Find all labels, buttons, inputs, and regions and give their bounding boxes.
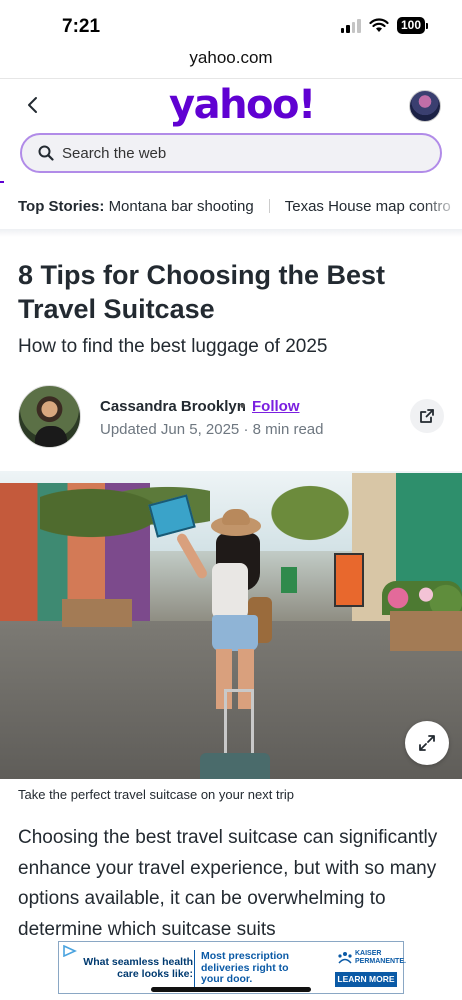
share-button[interactable]: [410, 399, 444, 433]
status-time: 7:21: [62, 16, 101, 37]
accent-mark: [0, 181, 4, 183]
top-story-link[interactable]: Montana bar shooting: [109, 198, 254, 215]
article-title: 8 Tips for Choosing the Best Travel Suit…: [18, 260, 386, 324]
wifi-icon: [369, 18, 389, 32]
article-meta: Updated Jun 5, 2025 · 8 min read: [100, 421, 324, 438]
divider: [268, 199, 270, 213]
article-body: Choosing the best travel suitcase can si…: [18, 827, 438, 940]
search-input[interactable]: [62, 144, 402, 162]
avatar[interactable]: [409, 90, 441, 122]
section-divider: [0, 229, 462, 237]
expand-image-button[interactable]: [405, 721, 449, 765]
bullet-separator: •: [240, 398, 246, 415]
search-bar[interactable]: [20, 133, 442, 173]
ad-brand: KAISER PERMANENTE.: [355, 950, 406, 965]
article-subtitle: How to find the best luggage of 2025: [18, 336, 328, 357]
site-header: yahoo!: [0, 80, 462, 132]
url-divider: [0, 78, 462, 79]
status-icons: 100: [340, 17, 428, 34]
url-bar[interactable]: yahoo.com: [0, 48, 462, 78]
top-stories-bar: Top Stories: Montana bar shooting Texas …: [0, 186, 462, 228]
signal-icon: [340, 18, 361, 33]
search-icon: [38, 145, 54, 161]
expand-icon: [419, 735, 435, 751]
status-bar: 7:21 100: [0, 0, 462, 48]
battery-level: 100: [396, 17, 425, 34]
author-row: Cassandra Brooklyn • Follow Updated Jun …: [18, 385, 444, 449]
ad-headline: What seamless health care looks like:: [83, 956, 193, 980]
chevron-left-icon[interactable]: [22, 94, 44, 116]
image-caption: Take the perfect travel suitcase on your…: [18, 787, 295, 802]
fade-overlay: [422, 186, 462, 228]
ad-cta-button[interactable]: LEARN MORE: [335, 972, 397, 987]
top-stories-label: Top Stories:: [18, 198, 105, 215]
battery-icon: 100: [396, 17, 428, 34]
author-avatar[interactable]: [18, 385, 81, 448]
author-name[interactable]: Cassandra Brooklyn: [100, 398, 246, 415]
ad-divider: [194, 950, 195, 988]
share-icon: [420, 409, 434, 423]
follow-button[interactable]: Follow: [252, 398, 300, 415]
yahoo-logo[interactable]: yahoo!: [169, 82, 316, 128]
ad-body: Most prescription deliveries right to yo…: [201, 950, 290, 985]
home-indicator[interactable]: [151, 987, 311, 992]
hero-image[interactable]: [0, 471, 462, 779]
